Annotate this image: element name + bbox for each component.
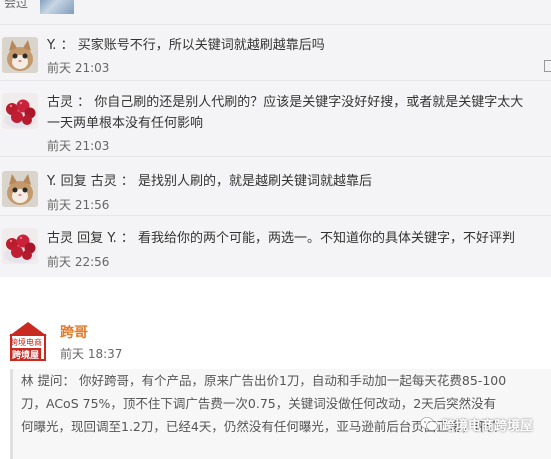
post-author[interactable]: 跨哥 [60, 322, 88, 342]
reply-content: 古灵 ： 你自己刷的还是别人代刷的？应该是关键字没好好搜，或者就是关键字太大 [47, 94, 551, 111]
quote-line: 林 提问： 你好跨哥，有个产品，原来广告出价1刀，自动和手动加一起每天花费85-… [21, 373, 507, 388]
logo-text: 跨境电商 [10, 338, 42, 347]
reply-content: 古灵 回复 Y. ： 看我给你的两个可能，两选一。不知道你的具体关键字，不好评判 [47, 230, 551, 247]
previous-comment-label: 会过 [4, 0, 29, 10]
quote-line: 刀，ACoS 75%，顶不住下调广告费一次0.75，关键词没做任何改动，2天后突… [21, 396, 497, 411]
reply-target-username[interactable]: 古灵 ： [91, 174, 134, 189]
watermark-text: 跨境电商跨境屋 [441, 418, 533, 434]
reply-item: Y. ： 买家账号不行，所以关键词就越刷越靠后吗 前天 21:03 [0, 25, 551, 81]
reply-word: 回复 [60, 174, 87, 189]
logo-text: 跨境屋 [10, 348, 42, 361]
berries-avatar[interactable] [2, 93, 38, 129]
reply-text: 看我给你的两个可能，两选一。不知道你的具体关键字，不好评判 [138, 231, 516, 246]
reply-timestamp: 前天 21:03 [47, 139, 110, 153]
reply-username[interactable]: Y. ： [47, 38, 74, 53]
reply-timestamp: 前天 22:56 [47, 255, 110, 269]
reply-text: 买家账号不行，所以关键词就越刷越靠后吗 [77, 38, 325, 53]
reply-username[interactable]: Y. [47, 174, 56, 189]
berries-avatar[interactable] [2, 228, 38, 264]
kitten-avatar[interactable] [2, 171, 38, 207]
image-thumbnail[interactable] [40, 0, 74, 14]
reply-timestamp: 前天 21:03 [47, 61, 110, 75]
reply-username[interactable]: 古灵 [47, 231, 73, 246]
reply-text: 你自己刷的还是别人代刷的？应该是关键字没好好搜，或者就是关键字太大 [94, 95, 524, 110]
reply-text: 是找别人刷的，就是越刷关键词就越靠后 [138, 174, 373, 189]
reply-item: 古灵 ： 你自己刷的还是别人代刷的？应该是关键字没好好搜，或者就是关键字太大 一… [0, 82, 551, 157]
reply-item: 古灵 回复 Y. ： 看我给你的两个可能，两选一。不知道你的具体关键字，不好评判… [0, 216, 551, 276]
reply-username[interactable]: 古灵 ： [47, 95, 90, 110]
reply-target-username[interactable]: Y. ： [107, 231, 134, 246]
reply-text-continued: 一天两单根本没有任何影响 [47, 116, 204, 131]
wechat-icon [420, 417, 438, 431]
reply-item: Y. 回复 古灵 ： 是找别人刷的，就是越刷关键词就越靠后 前天 21:56 [0, 157, 551, 216]
post-card: 跨境电商 跨境屋 跨哥 前天 18:37 林 提问： 你好跨哥，有个产品，原来广… [0, 277, 551, 459]
bracket-icon [544, 60, 551, 72]
previous-comment-footer: 会过 [0, 0, 551, 25]
reply-content: Y. ： 买家账号不行，所以关键词就越刷越靠后吗 [47, 37, 551, 54]
kitten-avatar[interactable] [2, 37, 38, 73]
author-logo[interactable]: 跨境电商 跨境屋 [6, 319, 50, 363]
reply-timestamp: 前天 21:56 [47, 198, 110, 212]
reply-word: 回复 [77, 231, 104, 246]
reply-content: Y. 回复 古灵 ： 是找别人刷的，就是越刷关键词就越靠后 [47, 173, 551, 190]
watermark: 跨境电商跨境屋 [420, 413, 533, 435]
comment-thread: 会过 Y. ： 买家账号不行，所以关键词就越刷越靠后吗 前天 21:03 古灵 … [0, 0, 551, 277]
post-timestamp: 前天 18:37 [60, 347, 123, 361]
